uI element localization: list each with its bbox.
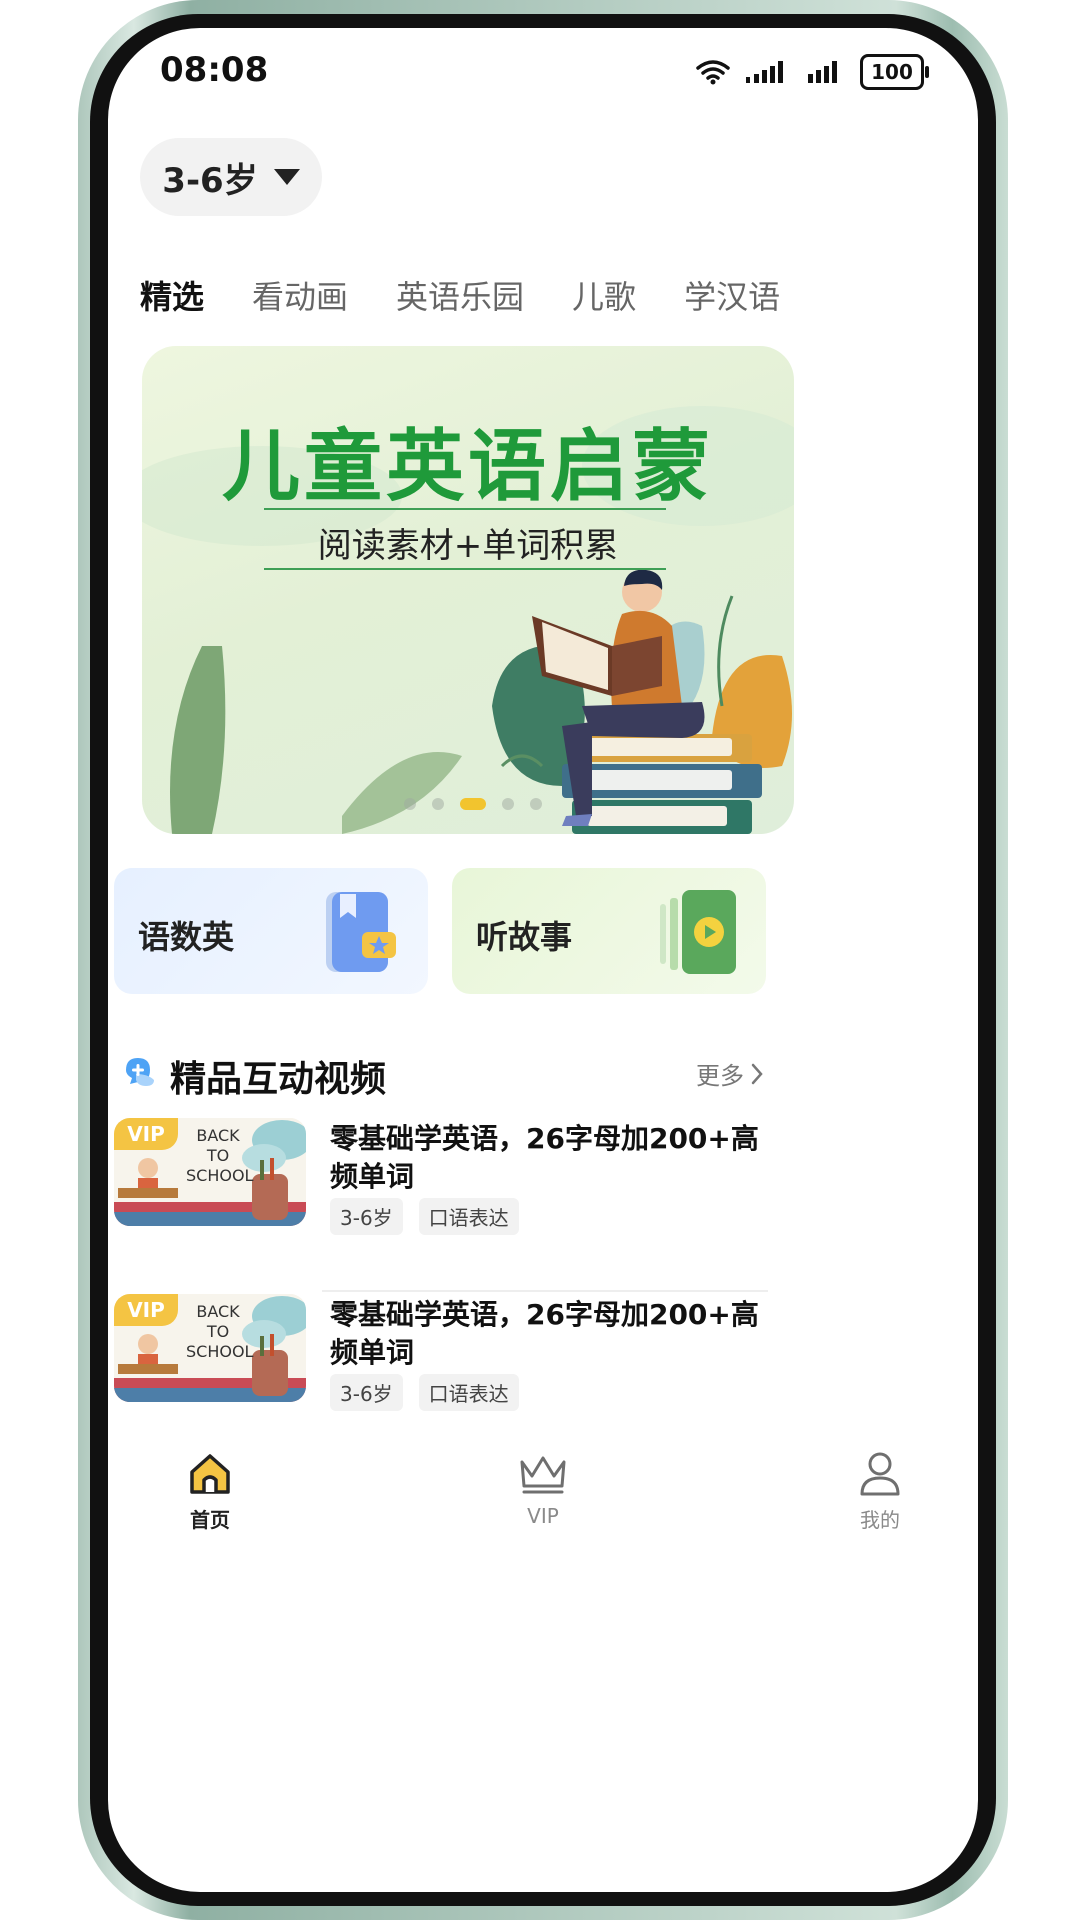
banner-divider-bottom [264,568,666,570]
thumbnail-caption: BACK TO SCHOOL [186,1302,254,1361]
tab-featured[interactable]: 精选 [140,272,204,318]
vip-badge: VIP [114,1118,178,1150]
nav-vip-label: VIP [527,1504,559,1528]
tab-learn-chinese[interactable]: 学汉语 [684,272,780,318]
status-bar: 08:08 100 [108,28,978,118]
status-icons: 100 [696,54,929,90]
crown-icon [520,1456,566,1494]
battery-level: 100 [871,60,913,84]
quick-card-subjects[interactable]: 语数英 [114,868,428,994]
video-thumbnail: VIP BACK TO SCHOOL [114,1118,306,1226]
carousel-dot[interactable] [502,798,514,810]
tag-age: 3-6岁 [330,1374,403,1411]
age-dropdown-label: 3-6岁 [162,160,258,201]
video-tags: 3-6岁 口语表达 [330,1198,519,1235]
video-list-item[interactable]: VIP BACK TO SCHOOL 零基础学英语，26字母加200+高频单词 … [114,1118,764,1235]
video-tags: 3-6岁 口语表达 [330,1374,519,1411]
signal-strength-icon-2 [808,61,837,83]
age-dropdown[interactable]: 3-6岁 [140,138,322,216]
tag-skill: 口语表达 [418,1198,519,1235]
home-icon [190,1454,230,1494]
carousel-indicator [404,798,542,810]
tab-nursery-rhymes[interactable]: 儿歌 [572,272,636,318]
section-title: 精品互动视频 [170,1059,387,1100]
nav-home[interactable]: 首页 [150,1450,270,1533]
more-link[interactable]: 更多 [696,1056,764,1091]
category-tabs: 精选 看动画 英语乐园 儿歌 学汉语 [140,272,780,318]
thumbnail-caption: BACK TO SCHOOL [186,1126,254,1185]
nav-profile[interactable]: 我的 [820,1450,940,1533]
signal-strength-icon-1 [746,61,783,83]
tab-english-park[interactable]: 英语乐园 [396,272,524,318]
banner-subtitle: 阅读素材+单词积累 [317,526,619,566]
carousel-dot-active[interactable] [460,798,486,810]
status-time: 08:08 [160,50,269,90]
play-story-icon [660,890,736,974]
nav-home-label: 首页 [190,1508,230,1532]
banner-divider-top [264,508,666,510]
app-screen: 08:08 100 3-6岁 精选 看动画 英语乐园 儿歌 学汉语 儿童英语启蒙… [108,28,978,1892]
quick-card-label: 语数英 [138,918,235,956]
tag-skill: 口语表达 [418,1374,519,1411]
video-list-item[interactable]: VIP BACK TO SCHOOL 零基础学英语，26字母加200+高频单词 … [114,1294,764,1411]
bottom-navigation: 首页 VIP 我的 [108,1450,978,1570]
promo-banner[interactable]: 儿童英语启蒙 阅读素材+单词积累 [142,346,794,834]
vip-badge: VIP [114,1294,178,1326]
carousel-dot[interactable] [404,798,416,810]
tag-age: 3-6岁 [330,1198,403,1235]
video-thumbnail: VIP BACK TO SCHOOL [114,1294,306,1402]
user-icon [860,1452,900,1496]
dropdown-triangle-icon [273,169,300,185]
book-star-icon [326,892,396,972]
chevron-right-icon [751,1063,763,1084]
nav-profile-label: 我的 [860,1508,900,1532]
battery-icon: 100 [860,54,929,90]
quick-card-stories[interactable]: 听故事 [452,868,766,994]
list-divider [322,1290,768,1292]
wifi-icon [696,60,730,85]
nav-vip[interactable]: VIP [483,1450,603,1528]
chat-plus-icon [126,1058,154,1086]
tab-cartoons[interactable]: 看动画 [252,272,348,318]
quick-card-label: 听故事 [476,918,573,956]
more-label: 更多 [696,1062,744,1090]
banner-title: 儿童英语启蒙 [221,422,714,512]
carousel-dot[interactable] [530,798,542,810]
video-title: 零基础学英语，26字母加200+高频单词 [330,1122,759,1193]
carousel-dot[interactable] [432,798,444,810]
video-title: 零基础学英语，26字母加200+高频单词 [330,1298,759,1369]
